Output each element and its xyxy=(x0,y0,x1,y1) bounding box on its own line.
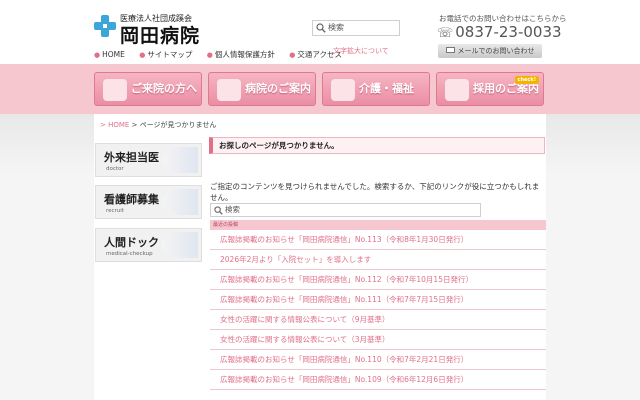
bullet-icon: ● xyxy=(206,51,213,59)
utility-nav-privacy[interactable]: ● 個人情報保護方針 xyxy=(207,49,275,60)
sidebar-banner-title: 外来担当医 xyxy=(104,151,159,164)
bullet-icon: ● xyxy=(139,51,146,59)
staff-icon xyxy=(445,79,469,101)
main-nav: ご来院の方へ 病院のご案内 介護・福祉 採用のご案内 check! xyxy=(94,72,544,106)
sidebar-banner-checkup[interactable]: 人間ドック medical-checkup xyxy=(95,228,202,262)
page-title: お探しのページが見つかりません。 xyxy=(209,137,545,154)
main-nav-label: ご来院の方へ xyxy=(131,82,197,95)
mail-icon xyxy=(445,47,455,53)
hospital-building-icon xyxy=(217,79,241,101)
main-nav-visitors[interactable]: ご来院の方へ xyxy=(94,72,202,106)
logo-title[interactable]: 岡田病院 xyxy=(120,21,200,48)
site-header: 医療法人社団成蹊会 岡田病院 ● HOME ● サイトマップ ● 個人情報保護方針 ●… xyxy=(0,0,640,64)
bullet-icon: ● xyxy=(94,51,101,59)
utility-nav: ● HOME ● サイトマップ ● 個人情報保護方針 ● 交通アクセス xyxy=(94,49,354,60)
header-search-input[interactable]: 検索 xyxy=(312,20,400,36)
post-link[interactable]: 女性の活躍に関する情報公表について（3月基準） xyxy=(210,330,546,350)
recent-posts-heading: 最近の投稿 xyxy=(210,220,546,230)
utility-nav-label: 個人情報保護方針 xyxy=(214,50,275,59)
sidebar-banner-title: 人間ドック xyxy=(104,236,159,249)
bullet-icon: ● xyxy=(289,51,296,59)
breadcrumb-home-label: HOME xyxy=(108,121,130,129)
tel-number-text: 0837-23-0033 xyxy=(455,23,562,41)
header-search-placeholder: 検索 xyxy=(328,23,344,32)
mail-contact-label: メールでのお問い合わせ xyxy=(457,47,535,55)
utility-nav-home[interactable]: ● HOME xyxy=(94,50,125,59)
post-link[interactable]: 広報誌掲載のお知らせ「岡田病院通信」No.113（令和8年1月30日発行） xyxy=(210,230,546,250)
breadcrumb: > HOME > ページが見つかりません xyxy=(100,120,216,130)
utility-nav-label: サイトマップ xyxy=(147,50,193,59)
breadcrumb-home[interactable]: > HOME xyxy=(100,121,129,129)
sidebar-banner-subtitle: doctor xyxy=(106,166,124,172)
checkup-photo xyxy=(162,232,198,258)
family-icon xyxy=(103,79,127,101)
utility-nav-label: HOME xyxy=(102,50,125,59)
tel-number[interactable]: ☏ 0837-23-0033 xyxy=(437,23,562,41)
post-link[interactable]: 広報誌掲載のお知らせ「岡田病院通信」No.111（令和7年7月15日発行） xyxy=(210,290,546,310)
check-badge: check! xyxy=(514,76,539,84)
search-icon xyxy=(214,206,223,215)
post-link[interactable]: 広報誌掲載のお知らせ「岡田病院通信」No.112（令和7年10月15日発行） xyxy=(210,270,546,290)
sidebar-banner-subtitle: recruit xyxy=(106,208,124,214)
doctor-photo xyxy=(162,147,198,173)
main-search-placeholder: 検索 xyxy=(225,205,240,214)
main-search-input[interactable]: 検索 xyxy=(210,203,481,217)
font-size-link[interactable]: 文字拡大について xyxy=(333,46,389,56)
main-nav-label: 病院のご案内 xyxy=(245,82,311,95)
post-link[interactable]: 広報誌掲載のお知らせ「岡田病院通信」No.109（令和6年12月6日発行） xyxy=(210,370,546,390)
breadcrumb-separator: > xyxy=(131,121,138,129)
search-icon xyxy=(316,23,326,33)
sidebar-banner-recruit[interactable]: 看護師募集 recruit xyxy=(95,185,202,219)
sidebar-banner-subtitle: medical-checkup xyxy=(106,251,153,257)
recent-posts-list: 広報誌掲載のお知らせ「岡田病院通信」No.113（令和8年1月30日発行） 20… xyxy=(210,230,546,390)
main-nav-recruit[interactable]: 採用のご案内 check! xyxy=(436,72,544,106)
breadcrumb-current: ページが見つかりません xyxy=(139,121,217,129)
not-found-message: ご指定のコンテンツを見つけられませんでした。検索するか、下記のリンクが役に立つか… xyxy=(210,182,540,202)
utility-nav-sitemap[interactable]: ● サイトマップ xyxy=(139,49,192,60)
sidebar-banner-doctor[interactable]: 外来担当医 doctor xyxy=(95,143,202,177)
hospital-logo-icon[interactable] xyxy=(94,15,116,37)
mail-contact-button[interactable]: メールでのお問い合わせ xyxy=(438,44,542,58)
main-nav-care[interactable]: 介護・福祉 xyxy=(322,72,430,106)
sidebar-banner-title: 看護師募集 xyxy=(104,193,159,206)
nurse-photo xyxy=(162,189,198,215)
main-nav-hospital[interactable]: 病院のご案内 xyxy=(208,72,316,106)
post-link[interactable]: 2026年2月より「入院セット」を導入します xyxy=(210,250,546,270)
post-link[interactable]: 女性の活躍に関する情報公表について（9月基準） xyxy=(210,310,546,330)
post-link[interactable]: 広報誌掲載のお知らせ「岡田病院通信」No.110（令和7年2月21日発行） xyxy=(210,350,546,370)
elderly-care-icon xyxy=(331,79,355,101)
main-nav-label: 介護・福祉 xyxy=(359,82,414,95)
phone-icon: ☏ xyxy=(437,26,454,41)
